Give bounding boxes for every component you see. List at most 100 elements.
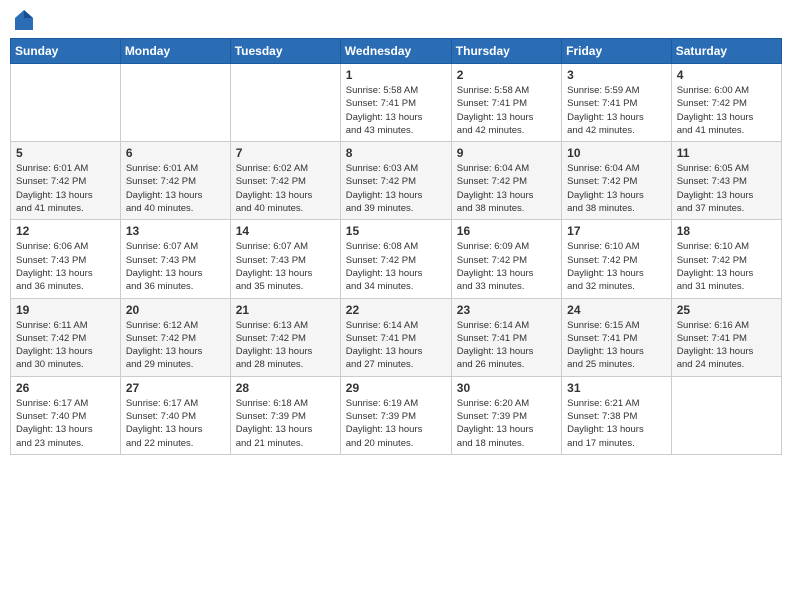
day-number: 28 <box>236 381 335 395</box>
calendar-table: Sunday Monday Tuesday Wednesday Thursday… <box>10 38 782 455</box>
day-number: 17 <box>567 224 666 238</box>
day-info: Sunrise: 6:19 AMSunset: 7:39 PMDaylight:… <box>346 397 446 450</box>
day-info: Sunrise: 5:59 AMSunset: 7:41 PMDaylight:… <box>567 84 666 137</box>
day-info: Sunrise: 6:02 AMSunset: 7:42 PMDaylight:… <box>236 162 335 215</box>
col-wednesday: Wednesday <box>340 39 451 64</box>
calendar-cell: 10 Sunrise: 6:04 AMSunset: 7:42 PMDayligh… <box>562 142 672 220</box>
calendar-cell: 5 Sunrise: 6:01 AMSunset: 7:42 PMDaylight… <box>11 142 121 220</box>
calendar-cell: 4Sunrise: 6:00 AMSunset: 7:42 PMDaylight… <box>671 64 781 142</box>
day-info: Sunrise: 6:01 AMSunset: 7:42 PMDaylight:… <box>126 162 225 215</box>
day-info: Sunrise: 6:17 AMSunset: 7:40 PMDaylight:… <box>16 397 115 450</box>
day-info: Sunrise: 6:10 AMSunset: 7:42 PMDaylight:… <box>567 240 666 293</box>
calendar-cell: 16 Sunrise: 6:09 AMSunset: 7:42 PMDayligh… <box>451 220 561 298</box>
calendar-cell: 20 Sunrise: 6:12 AMSunset: 7:42 PMDayligh… <box>120 298 230 376</box>
day-number: 13 <box>126 224 225 238</box>
day-info: Sunrise: 6:03 AMSunset: 7:42 PMDaylight:… <box>346 162 446 215</box>
calendar-cell: 28 Sunrise: 6:18 AMSunset: 7:39 PMDayligh… <box>230 376 340 454</box>
calendar-cell: 18Sunrise: 6:10 AMSunset: 7:42 PMDayligh… <box>671 220 781 298</box>
calendar-cell: 22Sunrise: 6:14 AMSunset: 7:41 PMDayligh… <box>340 298 451 376</box>
day-number: 21 <box>236 303 335 317</box>
logo-icon <box>15 10 33 30</box>
day-number: 31 <box>567 381 666 395</box>
day-info: Sunrise: 6:20 AMSunset: 7:39 PMDaylight:… <box>457 397 556 450</box>
day-number: 20 <box>126 303 225 317</box>
day-info: Sunrise: 6:16 AMSunset: 7:41 PMDaylight:… <box>677 319 776 372</box>
calendar-cell: 21 Sunrise: 6:13 AMSunset: 7:42 PMDayligh… <box>230 298 340 376</box>
day-number: 11 <box>677 146 776 160</box>
calendar-cell: 23Sunrise: 6:14 AMSunset: 7:41 PMDayligh… <box>451 298 561 376</box>
calendar-cell: 27 Sunrise: 6:17 AMSunset: 7:40 PMDayligh… <box>120 376 230 454</box>
day-info: Sunrise: 6:13 AMSunset: 7:42 PMDaylight:… <box>236 319 335 372</box>
calendar-cell: 1 Sunrise: 5:58 AMSunset: 7:41 PMDaylight… <box>340 64 451 142</box>
calendar-header-row: Sunday Monday Tuesday Wednesday Thursday… <box>11 39 782 64</box>
calendar-cell: 9Sunrise: 6:04 AMSunset: 7:42 PMDaylight… <box>451 142 561 220</box>
day-info: Sunrise: 6:07 AMSunset: 7:43 PMDaylight:… <box>126 240 225 293</box>
day-number: 1 <box>346 68 446 82</box>
day-number: 29 <box>346 381 446 395</box>
day-info: Sunrise: 6:01 AMSunset: 7:42 PMDaylight:… <box>16 162 115 215</box>
col-tuesday: Tuesday <box>230 39 340 64</box>
day-number: 14 <box>236 224 335 238</box>
calendar-cell: 12 Sunrise: 6:06 AMSunset: 7:43 PMDayligh… <box>11 220 121 298</box>
calendar-cell: 2 Sunrise: 5:58 AMSunset: 7:41 PMDaylight… <box>451 64 561 142</box>
day-number: 30 <box>457 381 556 395</box>
day-number: 15 <box>346 224 446 238</box>
calendar-week-row: 5 Sunrise: 6:01 AMSunset: 7:42 PMDaylight… <box>11 142 782 220</box>
page-header <box>10 10 782 30</box>
col-saturday: Saturday <box>671 39 781 64</box>
calendar-cell: 3 Sunrise: 5:59 AMSunset: 7:41 PMDaylight… <box>562 64 672 142</box>
day-number: 18 <box>677 224 776 238</box>
calendar-week-row: 12 Sunrise: 6:06 AMSunset: 7:43 PMDayligh… <box>11 220 782 298</box>
day-info: Sunrise: 6:06 AMSunset: 7:43 PMDaylight:… <box>16 240 115 293</box>
day-number: 5 <box>16 146 115 160</box>
day-number: 12 <box>16 224 115 238</box>
day-number: 10 <box>567 146 666 160</box>
calendar-cell: 30 Sunrise: 6:20 AMSunset: 7:39 PMDayligh… <box>451 376 561 454</box>
col-monday: Monday <box>120 39 230 64</box>
day-info: Sunrise: 6:15 AMSunset: 7:41 PMDaylight:… <box>567 319 666 372</box>
calendar-cell: 17 Sunrise: 6:10 AMSunset: 7:42 PMDayligh… <box>562 220 672 298</box>
col-friday: Friday <box>562 39 672 64</box>
calendar-cell: 8Sunrise: 6:03 AMSunset: 7:42 PMDaylight… <box>340 142 451 220</box>
day-number: 6 <box>126 146 225 160</box>
day-info: Sunrise: 6:18 AMSunset: 7:39 PMDaylight:… <box>236 397 335 450</box>
calendar-week-row: 1 Sunrise: 5:58 AMSunset: 7:41 PMDaylight… <box>11 64 782 142</box>
day-info: Sunrise: 5:58 AMSunset: 7:41 PMDaylight:… <box>346 84 446 137</box>
day-info: Sunrise: 6:17 AMSunset: 7:40 PMDaylight:… <box>126 397 225 450</box>
day-info: Sunrise: 6:12 AMSunset: 7:42 PMDaylight:… <box>126 319 225 372</box>
calendar-cell: 7 Sunrise: 6:02 AMSunset: 7:42 PMDaylight… <box>230 142 340 220</box>
day-number: 7 <box>236 146 335 160</box>
calendar-cell: 11Sunrise: 6:05 AMSunset: 7:43 PMDayligh… <box>671 142 781 220</box>
calendar-cell <box>120 64 230 142</box>
day-number: 2 <box>457 68 556 82</box>
day-info: Sunrise: 6:09 AMSunset: 7:42 PMDaylight:… <box>457 240 556 293</box>
calendar-cell: 29 Sunrise: 6:19 AMSunset: 7:39 PMDayligh… <box>340 376 451 454</box>
day-number: 24 <box>567 303 666 317</box>
calendar-cell: 13 Sunrise: 6:07 AMSunset: 7:43 PMDayligh… <box>120 220 230 298</box>
day-number: 23 <box>457 303 556 317</box>
col-sunday: Sunday <box>11 39 121 64</box>
day-number: 3 <box>567 68 666 82</box>
calendar-week-row: 26 Sunrise: 6:17 AMSunset: 7:40 PMDayligh… <box>11 376 782 454</box>
day-info: Sunrise: 6:14 AMSunset: 7:41 PMDaylight:… <box>346 319 446 372</box>
calendar-cell <box>671 376 781 454</box>
calendar-cell: 6 Sunrise: 6:01 AMSunset: 7:42 PMDaylight… <box>120 142 230 220</box>
calendar-cell: 24 Sunrise: 6:15 AMSunset: 7:41 PMDayligh… <box>562 298 672 376</box>
day-info: Sunrise: 6:04 AMSunset: 7:42 PMDaylight:… <box>457 162 556 215</box>
day-info: Sunrise: 6:07 AMSunset: 7:43 PMDaylight:… <box>236 240 335 293</box>
day-number: 27 <box>126 381 225 395</box>
day-info: Sunrise: 5:58 AMSunset: 7:41 PMDaylight:… <box>457 84 556 137</box>
day-number: 26 <box>16 381 115 395</box>
day-number: 25 <box>677 303 776 317</box>
day-number: 16 <box>457 224 556 238</box>
calendar-cell: 25 Sunrise: 6:16 AMSunset: 7:41 PMDayligh… <box>671 298 781 376</box>
day-info: Sunrise: 6:21 AMSunset: 7:38 PMDaylight:… <box>567 397 666 450</box>
day-info: Sunrise: 6:11 AMSunset: 7:42 PMDaylight:… <box>16 319 115 372</box>
calendar-cell: 26 Sunrise: 6:17 AMSunset: 7:40 PMDayligh… <box>11 376 121 454</box>
day-number: 19 <box>16 303 115 317</box>
calendar-week-row: 19 Sunrise: 6:11 AMSunset: 7:42 PMDayligh… <box>11 298 782 376</box>
day-number: 4 <box>677 68 776 82</box>
col-thursday: Thursday <box>451 39 561 64</box>
day-info: Sunrise: 6:04 AMSunset: 7:42 PMDaylight:… <box>567 162 666 215</box>
logo <box>14 10 39 30</box>
